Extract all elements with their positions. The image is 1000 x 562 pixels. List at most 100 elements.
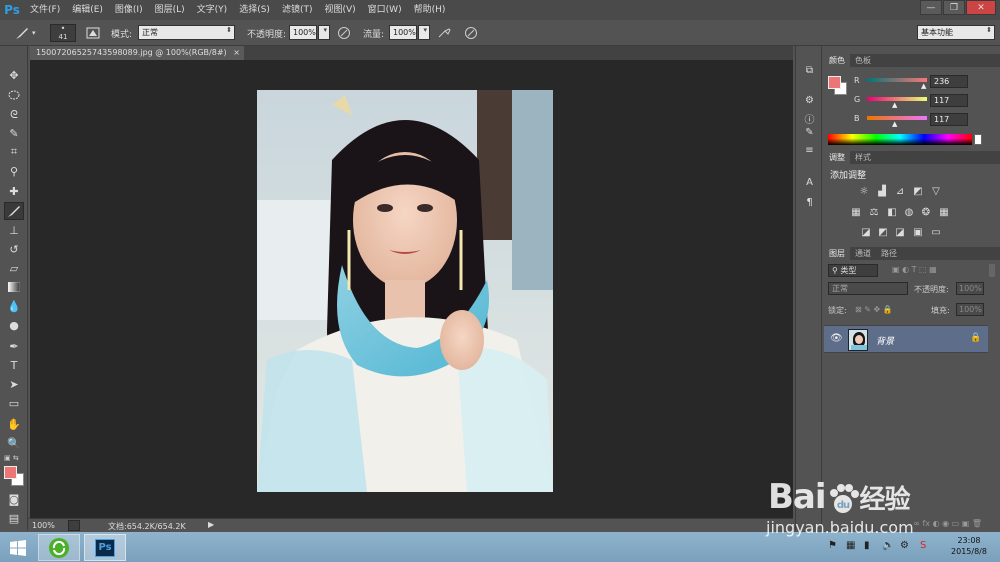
- channel-g-thumb[interactable]: ▲: [892, 101, 897, 109]
- opacity-input[interactable]: 100%: [289, 25, 317, 40]
- brush-panel-icon[interactable]: [86, 24, 100, 42]
- tab-styles[interactable]: 样式: [850, 151, 876, 164]
- clone-stamp-tool-icon[interactable]: ⊥: [4, 221, 24, 239]
- tray-flag-icon[interactable]: ⚑: [828, 540, 837, 551]
- lasso-tool-icon[interactable]: ᘓ: [4, 106, 24, 124]
- character-panel-icon[interactable]: A: [801, 174, 818, 190]
- minimize-button[interactable]: —: [920, 0, 942, 15]
- eraser-tool-icon[interactable]: ▱: [4, 259, 24, 277]
- photo-filter-icon[interactable]: ◍: [903, 207, 915, 218]
- tab-layers[interactable]: 图层: [824, 247, 850, 260]
- type-tool-icon[interactable]: T: [4, 356, 24, 374]
- opacity-dropdown-button[interactable]: ▾: [318, 25, 330, 40]
- invert-icon[interactable]: ◪: [860, 227, 872, 238]
- lock-icons[interactable]: ⊠ ✎ ✥ 🔒: [855, 305, 893, 314]
- layer-filter-icons[interactable]: ▣ ◐ T ⬚ ▦: [892, 265, 937, 274]
- taskbar-photoshop-button[interactable]: Ps: [84, 534, 126, 561]
- layer-opacity-input[interactable]: 100%: [956, 282, 984, 295]
- eyedropper-tool-icon[interactable]: ⚲: [4, 162, 24, 180]
- brightness-contrast-icon[interactable]: ☼: [858, 186, 870, 197]
- blur-tool-icon[interactable]: 💧: [4, 297, 24, 315]
- channel-g-input[interactable]: 117: [930, 94, 968, 107]
- dodge-tool-icon[interactable]: ●: [4, 316, 24, 334]
- menu-window[interactable]: 窗口(W): [362, 0, 408, 20]
- tray-network-icon[interactable]: ▦: [846, 540, 855, 551]
- filter-toggle[interactable]: [989, 264, 995, 277]
- exposure-icon[interactable]: ◩: [912, 186, 924, 197]
- fill-input[interactable]: 100%: [956, 303, 984, 316]
- restore-button[interactable]: ❐: [943, 0, 965, 15]
- blend-mode-dropdown[interactable]: 正常: [828, 282, 908, 295]
- pressure-opacity-icon[interactable]: [337, 24, 351, 42]
- tray-signal-icon[interactable]: ▮: [864, 540, 870, 551]
- channel-r-slider[interactable]: [867, 78, 927, 82]
- channel-mixer-icon[interactable]: ❂: [920, 207, 932, 218]
- brush-preset-picker[interactable]: • 41: [50, 24, 76, 42]
- menu-image[interactable]: 图像(I): [109, 0, 149, 20]
- tray-app-icon[interactable]: ⚙: [900, 540, 909, 551]
- menu-help[interactable]: 帮助(H): [408, 0, 452, 20]
- zoom-level[interactable]: 100%: [32, 521, 55, 530]
- flow-input[interactable]: 100%: [389, 25, 417, 40]
- pen-tool-icon[interactable]: ✒: [4, 337, 24, 355]
- move-tool-icon[interactable]: ✥: [4, 66, 24, 84]
- quick-mask-icon[interactable]: ◙: [4, 490, 24, 508]
- tab-adjustments[interactable]: 调整: [824, 151, 850, 164]
- taskbar-clock[interactable]: 23:08 2015/8/8: [944, 535, 994, 557]
- menu-type[interactable]: 文字(Y): [191, 0, 234, 20]
- tab-channels[interactable]: 通道: [850, 247, 876, 260]
- history-panel-icon[interactable]: ⧉: [801, 62, 818, 78]
- selective-color-icon[interactable]: ▣: [912, 227, 924, 238]
- menu-filter[interactable]: 滤镜(T): [276, 0, 319, 20]
- menu-layer[interactable]: 图层(L): [149, 0, 191, 20]
- pressure-size-icon[interactable]: [464, 24, 478, 42]
- menu-view[interactable]: 视图(V): [318, 0, 361, 20]
- curves-icon[interactable]: ⊿: [894, 186, 906, 197]
- tab-color[interactable]: 颜色: [824, 54, 850, 67]
- color-spectrum-bar[interactable]: [828, 134, 972, 145]
- tray-sogou-icon[interactable]: S: [920, 540, 926, 551]
- foreground-color-swatch[interactable]: [4, 466, 17, 479]
- flow-dropdown-button[interactable]: ▾: [418, 25, 430, 40]
- brush-presets-icon[interactable]: ≡: [801, 142, 818, 158]
- gradient-map-icon[interactable]: ▭: [930, 227, 942, 238]
- channel-r-input[interactable]: 236: [930, 75, 968, 88]
- vibrance-icon[interactable]: ▽: [930, 186, 942, 197]
- crop-tool-icon[interactable]: ⌗: [4, 143, 24, 161]
- channel-b-thumb[interactable]: ▲: [892, 120, 897, 128]
- layer-name[interactable]: 背景: [876, 334, 894, 347]
- close-tab-icon[interactable]: ×: [233, 46, 240, 60]
- quick-selection-tool-icon[interactable]: ✎: [4, 124, 24, 142]
- color-lookup-icon[interactable]: ▦: [938, 207, 950, 218]
- layer-row[interactable]: 👁 背景 🔒: [824, 325, 988, 353]
- threshold-icon[interactable]: ◪: [894, 227, 906, 238]
- close-button[interactable]: ✕: [966, 0, 996, 15]
- menu-edit[interactable]: 编辑(E): [66, 0, 109, 20]
- color-balance-icon[interactable]: ⚖: [868, 207, 880, 218]
- start-button[interactable]: [5, 534, 31, 561]
- channel-b-input[interactable]: 117: [930, 113, 968, 126]
- history-brush-tool-icon[interactable]: ↺: [4, 240, 24, 258]
- path-selection-tool-icon[interactable]: ➤: [4, 375, 24, 393]
- black-white-icon[interactable]: ◧: [886, 207, 898, 218]
- eye-icon[interactable]: 👁: [830, 333, 843, 344]
- status-options-icon[interactable]: [68, 520, 80, 531]
- layer-footer-icons[interactable]: ∞ fx ◐ ◉ ▭ ▣ 🗑: [824, 519, 988, 531]
- properties-panel-icon[interactable]: ⚙: [801, 92, 818, 108]
- brush-tool-icon[interactable]: [4, 202, 24, 220]
- levels-icon[interactable]: ▟: [876, 186, 888, 197]
- healing-brush-tool-icon[interactable]: ✚: [4, 182, 24, 200]
- mode-dropdown[interactable]: 正常 ⬍: [138, 25, 235, 40]
- channel-r-thumb[interactable]: ▲: [921, 82, 926, 90]
- workspace-dropdown[interactable]: 基本功能 ⬍: [917, 25, 995, 40]
- menu-select[interactable]: 选择(S): [233, 0, 276, 20]
- brush-panel-icon[interactable]: ✎: [801, 124, 818, 140]
- gradient-tool-icon[interactable]: [4, 278, 24, 296]
- airbrush-icon[interactable]: [437, 24, 453, 42]
- tab-paths[interactable]: 路径: [876, 247, 902, 260]
- tray-volume-icon[interactable]: 🔈: [882, 540, 894, 551]
- menu-file[interactable]: 文件(F): [24, 0, 66, 20]
- marquee-tool-icon[interactable]: [4, 86, 24, 104]
- screen-mode-icon[interactable]: ▤: [4, 509, 24, 527]
- default-colors-icon[interactable]: ▣ ⇆: [4, 454, 19, 462]
